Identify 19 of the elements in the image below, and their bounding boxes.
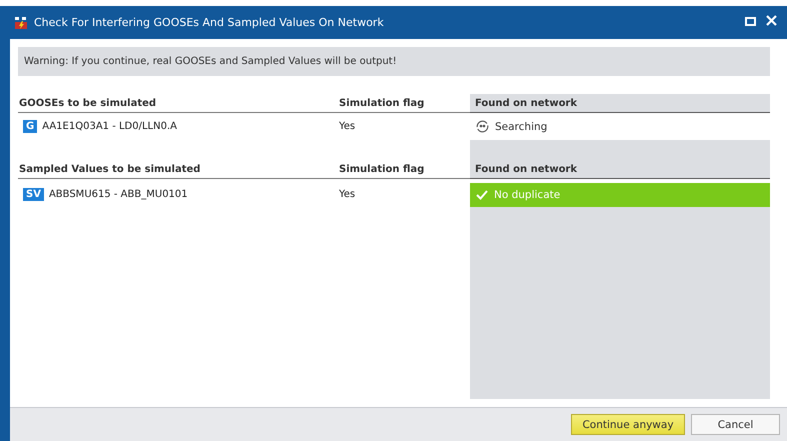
check-icon [476,190,488,200]
app-icon [14,16,28,30]
searching-icon [476,120,489,133]
window-title: Check For Interfering GOOSEs And Sampled Values On Network [34,16,385,29]
type-icon: SV [23,188,44,200]
column-header: Sampled Values to be simulated [18,160,338,179]
flag-value: Yes [339,188,356,200]
cancel-button[interactable]: Cancel [691,414,780,435]
column-header: GOOSEs to be simulated [18,94,338,113]
warning-message: Warning: If you continue, real GOOSEs and Sampled Values will be output! [18,47,770,76]
status-text: Searching [495,120,548,132]
status-text: No duplicate [494,189,560,201]
flag-value: Yes [339,121,356,132]
column-header: Found on network [470,160,770,179]
column-header: Found on network [470,94,770,113]
item-name: ABBSMU615 - ABB_MU0101 [48,188,188,200]
type-icon: G [23,120,38,133]
item-name: AA1E1Q03A1 - LD0/LLN0.A [42,121,177,132]
continue-button[interactable]: Continue anyway [571,414,685,435]
